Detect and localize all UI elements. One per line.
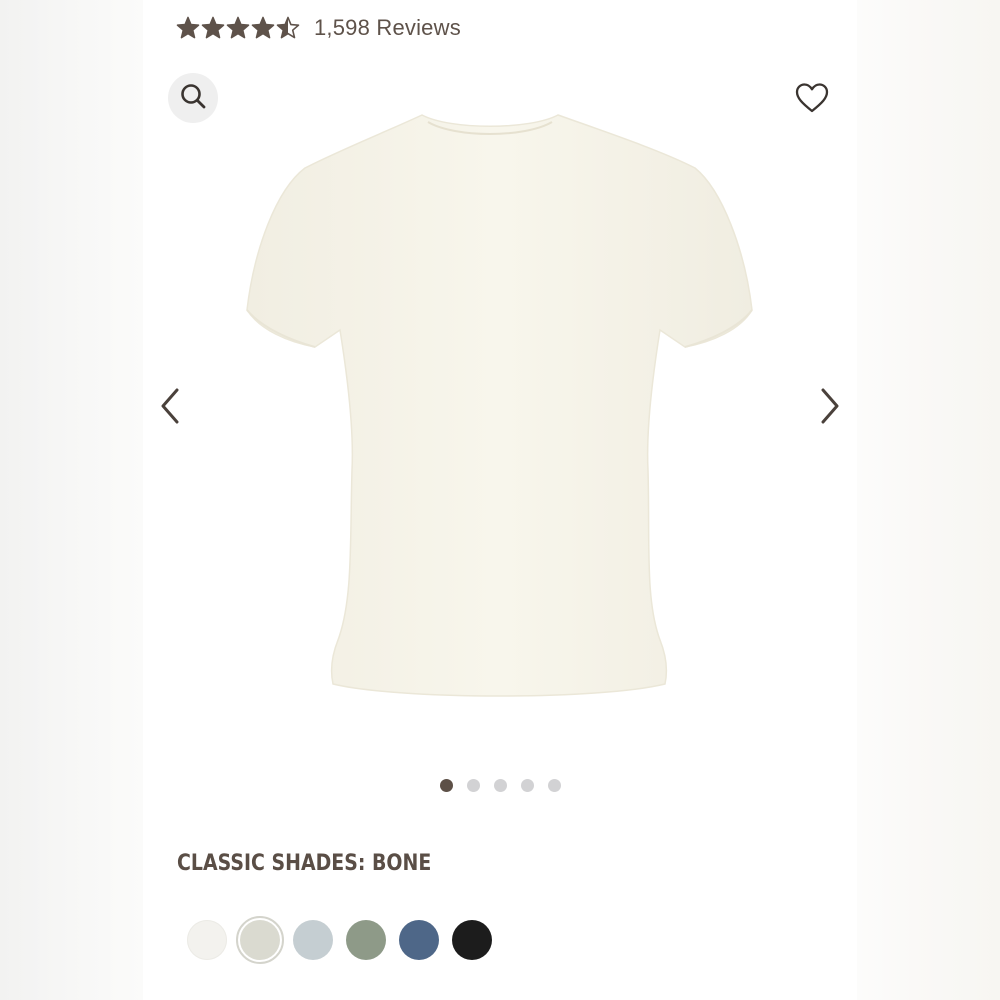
swatch-color [399, 920, 439, 960]
shade-swatch[interactable] [289, 916, 337, 964]
swatch-color [452, 920, 492, 960]
shade-swatch[interactable] [448, 916, 496, 964]
product-image[interactable] [230, 100, 770, 720]
star-icon [251, 16, 275, 40]
carousel-dot[interactable] [548, 779, 561, 792]
star-icon [276, 16, 300, 40]
search-button[interactable] [168, 73, 218, 123]
wishlist-button[interactable] [794, 82, 830, 118]
carousel-dot[interactable] [521, 779, 534, 792]
rating-summary[interactable]: 1,598 Reviews [176, 13, 461, 43]
shade-label: CLASSIC SHADES: BONE [177, 851, 432, 876]
left-background [0, 0, 143, 1000]
carousel-dot[interactable] [467, 779, 480, 792]
chevron-right-icon [820, 388, 840, 429]
next-image-button[interactable] [818, 388, 842, 428]
chevron-left-icon [160, 388, 180, 429]
heart-icon [795, 82, 829, 118]
shade-swatch[interactable] [236, 916, 284, 964]
shade-swatch[interactable] [183, 916, 231, 964]
search-icon [179, 82, 207, 115]
star-icon [226, 16, 250, 40]
shade-swatch[interactable] [395, 916, 443, 964]
swatch-color [240, 920, 280, 960]
review-count[interactable]: 1,598 Reviews [314, 15, 461, 41]
swatch-color [187, 920, 227, 960]
swatch-color [293, 920, 333, 960]
shade-swatch[interactable] [342, 916, 390, 964]
swatch-color [346, 920, 386, 960]
star-icon [176, 16, 200, 40]
shade-swatches [183, 916, 501, 964]
right-background [857, 0, 1000, 1000]
star-rating [176, 16, 300, 40]
carousel-dot[interactable] [440, 779, 453, 792]
previous-image-button[interactable] [158, 388, 182, 428]
star-icon [201, 16, 225, 40]
carousel-dot[interactable] [494, 779, 507, 792]
carousel-dots [440, 779, 561, 792]
